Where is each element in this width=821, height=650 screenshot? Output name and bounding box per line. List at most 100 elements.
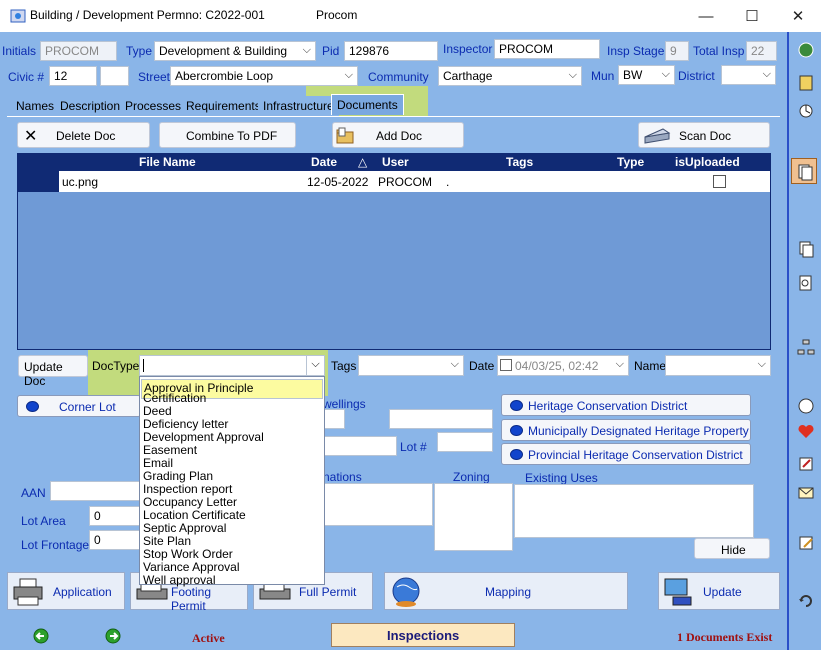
- initials-field[interactable]: PROCOM: [40, 41, 117, 61]
- tab-documents[interactable]: Documents: [331, 94, 404, 115]
- inspector-field[interactable]: PROCOM: [494, 39, 600, 59]
- doctype-label: DocType: [92, 359, 140, 373]
- col-tags[interactable]: Tags: [506, 155, 533, 169]
- cell-user: PROCOM: [378, 175, 432, 189]
- note-edit-icon[interactable]: [797, 534, 815, 552]
- footing-permit-label: Footing Permit: [171, 585, 212, 613]
- existing-uses-box[interactable]: [514, 484, 754, 538]
- delete-doc-button[interactable]: ✕ Delete Doc: [17, 122, 150, 148]
- municipal-heritage-toggle[interactable]: Municipally Designated Heritage Property: [501, 419, 751, 441]
- heritage-district-toggle[interactable]: Heritage Conservation District: [501, 394, 751, 416]
- documents-nav[interactable]: [791, 158, 817, 184]
- inspections-button[interactable]: Inspections: [331, 623, 515, 647]
- formula-icon[interactable]: [797, 397, 815, 415]
- col-file-name[interactable]: File Name: [139, 155, 196, 169]
- col-date[interactable]: Date: [311, 155, 337, 169]
- application-button[interactable]: Application: [7, 572, 125, 610]
- update-button[interactable]: Update: [658, 572, 780, 610]
- civic-suffix-field[interactable]: [100, 66, 129, 86]
- envelope-icon[interactable]: [797, 484, 815, 502]
- forward-arrow-icon[interactable]: [105, 628, 121, 644]
- radio-dot-icon: [510, 400, 523, 411]
- corner-lot-toggle[interactable]: Corner Lot: [17, 395, 141, 417]
- mun-select[interactable]: BW ⌵: [618, 65, 675, 85]
- pid-field[interactable]: 129876: [344, 41, 438, 61]
- zoning-box[interactable]: [434, 483, 513, 551]
- tags-select[interactable]: ⌵: [358, 355, 464, 376]
- table-row[interactable]: uc.png 12-05-2022 PROCOM .: [59, 171, 770, 192]
- street-value: Abercrombie Loop: [175, 69, 274, 83]
- community-select[interactable]: Carthage ⌵: [438, 66, 582, 86]
- chevron-down-icon[interactable]: ⌵: [306, 356, 324, 375]
- active-status: Active: [192, 631, 225, 645]
- heart-icon[interactable]: [797, 423, 815, 441]
- copy-icon[interactable]: [797, 240, 815, 258]
- doctype-option[interactable]: Well approval: [143, 574, 215, 587]
- col-isuploaded[interactable]: isUploaded: [675, 155, 740, 169]
- scan-doc-label: Scan Doc: [679, 129, 732, 143]
- clipboard-icon[interactable]: [797, 74, 815, 92]
- type-select[interactable]: Development & Building ⌵: [154, 41, 316, 61]
- tab-names[interactable]: Names: [11, 96, 60, 117]
- mapping-button[interactable]: Mapping: [384, 572, 628, 610]
- add-doc-button[interactable]: Add Doc: [332, 122, 464, 148]
- close-x-icon: ✕: [24, 128, 38, 145]
- aan-field[interactable]: [50, 481, 140, 501]
- total-insp-field[interactable]: 22: [746, 41, 777, 61]
- search-doc-icon[interactable]: [797, 274, 815, 292]
- full-permit-label: Full Permit: [299, 585, 357, 599]
- update-doc-button[interactable]: Update Doc: [18, 355, 88, 388]
- lot-frontage-field[interactable]: 0: [89, 530, 140, 550]
- globe-icon: [392, 577, 420, 607]
- insp-stage-field[interactable]: 9: [665, 41, 689, 61]
- row-selector[interactable]: [18, 171, 59, 192]
- col-type[interactable]: Type: [617, 155, 644, 169]
- hide-button[interactable]: Hide: [694, 538, 770, 559]
- back-arrow-icon[interactable]: [33, 628, 49, 644]
- add-doc-label: Add Doc: [376, 129, 423, 143]
- edit-icon[interactable]: [797, 455, 815, 473]
- wizard-icon[interactable]: [797, 102, 815, 120]
- hierarchy-icon[interactable]: [797, 338, 815, 356]
- partial-field[interactable]: [323, 436, 397, 456]
- inspections-label: Inspections: [387, 628, 460, 643]
- delete-doc-label: Delete Doc: [56, 129, 116, 143]
- refresh-icon[interactable]: [797, 592, 815, 610]
- lot-area-field[interactable]: 0: [89, 506, 140, 526]
- combine-pdf-button[interactable]: Combine To PDF: [159, 122, 296, 148]
- uploaded-checkbox[interactable]: [713, 175, 726, 188]
- lot-field[interactable]: [437, 432, 493, 452]
- tab-processes[interactable]: Processes: [120, 96, 187, 117]
- designations-box[interactable]: [323, 483, 433, 526]
- update-label: Update: [703, 585, 742, 599]
- update-doc-label: Update Doc: [24, 360, 63, 388]
- name-label: Name: [634, 359, 667, 373]
- printer-icon: [13, 578, 43, 606]
- provincial-heritage-toggle[interactable]: Provincial Heritage Conservation Distric…: [501, 443, 751, 465]
- maximize-button[interactable]: ☐: [729, 0, 775, 32]
- tab-infrastructure[interactable]: Infrastructure: [258, 96, 339, 117]
- minimize-button[interactable]: —: [683, 0, 729, 32]
- scan-doc-button[interactable]: Scan Doc: [638, 122, 770, 148]
- dwellings-field[interactable]: [323, 409, 345, 429]
- date-picker[interactable]: 04/03/25, 02:42 ⌵: [497, 355, 629, 376]
- date-checkbox[interactable]: [500, 359, 512, 371]
- tab-description[interactable]: Description: [55, 96, 126, 117]
- insp-stage-label: Insp Stage: [607, 44, 665, 58]
- network-icon[interactable]: [797, 41, 815, 59]
- unnamed-field[interactable]: [389, 409, 493, 429]
- title-bar: Building / Development Permno: C2022-001…: [0, 0, 821, 32]
- col-user[interactable]: User: [382, 155, 409, 169]
- chevron-down-icon: ⌵: [344, 69, 353, 81]
- street-select[interactable]: Abercrombie Loop ⌵: [170, 66, 358, 86]
- chevron-down-icon: ⌵: [661, 68, 670, 80]
- doctype-select[interactable]: ⌵: [139, 355, 325, 376]
- district-select[interactable]: ⌵: [721, 65, 776, 85]
- radio-dot-icon: [510, 425, 523, 436]
- civic-label: Civic #: [8, 70, 45, 84]
- close-button[interactable]: ✕: [775, 0, 821, 32]
- tab-requirements[interactable]: Requirements: [181, 96, 266, 117]
- name-select[interactable]: ⌵: [665, 355, 771, 376]
- civic-field[interactable]: 12: [49, 66, 97, 86]
- sort-asc-icon: △: [358, 155, 368, 169]
